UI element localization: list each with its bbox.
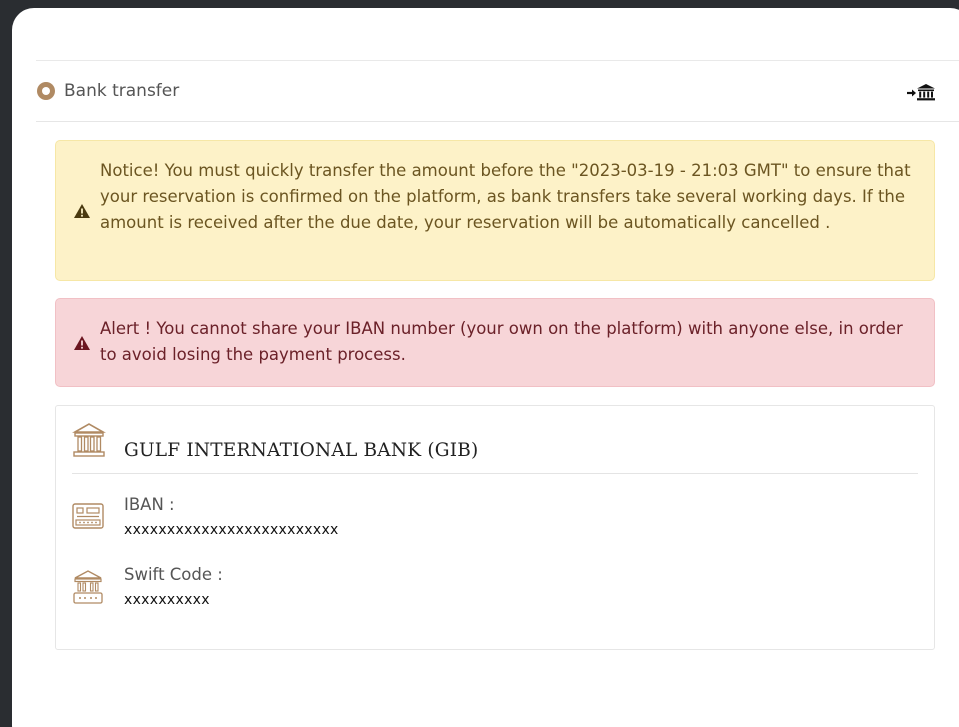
warning-icon <box>73 333 91 359</box>
payment-panel: Bank transfer Notice! You must quickly t… <box>12 8 959 727</box>
warning-icon <box>73 201 91 227</box>
bank-details-card: GULF INTERNATIONAL BANK (GIB) IBAN : xxx… <box>55 405 935 650</box>
swift-value: xxxxxxxxxx <box>124 592 210 608</box>
bank-header: GULF INTERNATIONAL BANK (GIB) <box>71 420 918 474</box>
alert-box: Alert ! You cannot share your IBAN numbe… <box>55 298 935 387</box>
swift-label: Swift Code : <box>124 565 223 584</box>
payment-method-label: Bank transfer <box>64 81 180 101</box>
notice-text: Notice! You must quickly transfer the am… <box>100 161 911 232</box>
iban-label: IBAN : <box>124 495 175 514</box>
iban-value: xxxxxxxxxxxxxxxxxxxxxxxxx <box>124 522 339 538</box>
alert-text: Alert ! You cannot share your IBAN numbe… <box>100 319 903 364</box>
bank-transfer-icon <box>906 82 936 106</box>
bank-card-icon <box>72 569 104 609</box>
radio-button-selected[interactable] <box>37 82 55 100</box>
bank-building-icon <box>71 422 107 462</box>
bank-name: GULF INTERNATIONAL BANK (GIB) <box>124 440 479 461</box>
notice-box: Notice! You must quickly transfer the am… <box>55 140 935 281</box>
payment-method-row[interactable]: Bank transfer <box>36 61 959 122</box>
card-icon <box>72 503 104 533</box>
